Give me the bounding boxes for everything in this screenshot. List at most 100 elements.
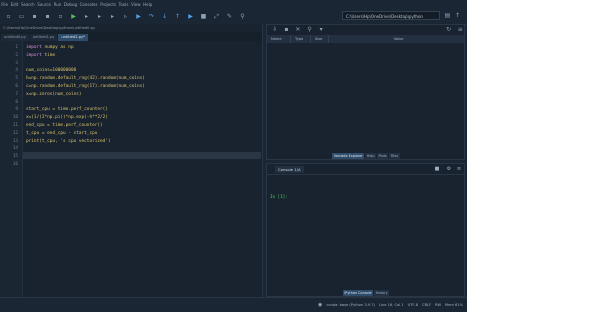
browse-folder-icon[interactable]: ▤ [443,11,452,20]
code-text: x=(1/(2*np.pi))*np.exp(-h**2/2) [26,115,108,121]
run-cell-icon[interactable]: ▸ [95,12,104,21]
line-number: 10 [12,115,18,121]
menu-item-run[interactable]: Run [52,2,62,7]
code-line[interactable]: h=np.random.default_rng(42).random(num_c… [26,75,145,83]
menu-item-debug[interactable]: Debug [63,2,79,7]
code-line[interactable]: import numpy as np [26,44,74,52]
code-text: start_cpu = time.perf_counter() [26,107,108,113]
debug-into-icon[interactable]: ↓ [160,12,169,21]
code-line[interactable]: end_cpu = time.perf_counter() [26,122,103,130]
line-number: 4 [15,68,18,74]
code-text: x=np.zeros(num_coins) [26,91,82,97]
column-size[interactable]: Size [311,35,329,43]
pane-tab[interactable]: Variable Explorer [332,152,365,159]
code-line[interactable]: c=np.random.default_rng(17).random(num_c… [26,83,145,91]
column-value[interactable]: Value [329,35,464,43]
menu-item-help[interactable]: Help [142,2,154,7]
refresh-icon[interactable]: ↻ [445,25,453,34]
console-pane-tab[interactable]: IPython Console [342,289,374,296]
search-icon[interactable]: ⚲ [306,25,314,34]
code-line[interactable]: num_coins=100000000 [26,67,76,75]
pane-tab[interactable]: Plots [377,152,389,159]
run-icon[interactable]: ▶ [69,12,78,21]
menu-item-projects[interactable]: Projects [99,2,117,7]
kite-icon: ◉ [318,302,323,308]
working-directory-input[interactable]: C:\Users\Hp\OneDrive\Desktop\python [342,11,440,20]
menu-item-view[interactable]: View [130,2,142,7]
line-number: 16 [12,162,18,167]
line-number: 9 [15,107,18,113]
console-pane-tab[interactable]: History [374,289,390,296]
save-data-icon[interactable]: ▪ [283,25,291,34]
menu-item-consoles[interactable]: Consoles [78,2,99,7]
console-pane: Console 1/A ■ ⚙ ≡ In [1]: IPython Consol… [266,163,465,297]
column-name[interactable]: Name [267,35,291,43]
maximize-icon[interactable]: ⤢ [212,12,221,21]
menu-item-file[interactable]: File [0,2,9,7]
debug-step-icon[interactable]: ↷ [147,12,156,21]
new-cell-icon[interactable]: ▫ [56,12,65,21]
code-keyword: import [26,52,42,58]
code-line[interactable]: start_cpu = time.perf_counter() [26,106,108,114]
editor-tab[interactable]: untitled0.py [1,34,29,41]
line-number: 5 [15,76,18,82]
code-text: time [41,52,56,58]
stop-icon[interactable]: ■ [199,12,208,21]
import-data-icon[interactable]: ⇩ [271,25,279,34]
variable-table-header: Name Type Size Value [267,35,464,43]
remove-all-icon[interactable]: ✕ [294,25,302,34]
run-file-icon[interactable]: ▸ [82,12,91,21]
line-number: 11 [12,123,18,128]
code-line[interactable]: t_cpu = end_cpu - start_cpu [26,130,97,138]
editor-file-path: C:\Users\Hp\OneDrive\Desktop\python\unti… [0,24,262,32]
menu-item-source[interactable]: Source [36,2,52,7]
code-line[interactable]: print(t_cpu, 's cpu vectorized') [26,138,111,146]
save-icon[interactable]: ▪ [30,12,39,21]
code-editor[interactable]: 1 2 3 4 5 6 7 8 9 10 11 12 13 14 15 16 import numpy as … [0,41,262,297]
console-output[interactable]: In [1]: [267,174,464,289]
debug-return-icon[interactable]: ↑ [173,12,182,21]
new-file-icon[interactable]: ▫ [4,12,13,21]
spyder-window: File Edit Search Source Run Debug Consoles Proj… [0,0,467,312]
options-menu-icon[interactable]: ≡ [456,25,464,34]
code-line[interactable]: import time [26,52,55,60]
status-item: RW [435,303,442,307]
editor-tab-bar: untitled0.py untitled1.py untitled2.py* [0,32,262,41]
save-all-icon[interactable]: ▪ [43,12,52,21]
menu-item-search[interactable]: Search [20,2,36,7]
open-file-icon[interactable]: ▭ [17,12,26,21]
stop-kernel-icon[interactable]: ■ [433,164,441,174]
editor-tab[interactable]: untitled1.py [29,34,58,41]
column-type[interactable]: Type [291,35,311,43]
menu-bar: File Edit Search Source Run Debug Consoles Proj… [0,0,467,9]
editor-tab[interactable]: untitled2.py* [58,34,88,41]
line-number: 2 [15,52,18,58]
menu-item-tools[interactable]: Tools [117,2,129,7]
console-menu-icon[interactable]: ≡ [455,164,463,174]
debug-icon[interactable]: ▶ [134,12,143,21]
code-text: t_cpu = end_cpu - start_cpu [26,130,98,136]
line-number: 12 [12,130,18,136]
filter-icon[interactable]: ▾ [317,25,325,34]
current-line-highlight [23,152,261,159]
pane-tab[interactable]: Files [389,152,400,159]
status-item: CRLF [422,303,432,307]
code-line[interactable]: x=(1/(2*np.pi))*np.exp(-h**2/2) [26,114,108,122]
menu-item-edit[interactable]: Edit [9,2,19,7]
variable-explorer-pane: ⇩ ▪ ✕ ⚲ ▾ ↻ ≡ Name Type Size Value Varia… [266,24,465,160]
console-settings-icon[interactable]: ⚙ [445,164,453,174]
code-line[interactable]: x=np.zeros(num_coins) [26,91,82,99]
line-number: 6 [15,84,18,89]
console-tab[interactable]: Console 1/A [275,165,304,173]
python-path-icon[interactable]: ⚲ [238,12,247,21]
code-text: numpy as np [41,45,74,50]
run-selection-icon[interactable]: ▹ [121,12,130,21]
parent-folder-icon[interactable]: ↑ [453,11,462,20]
run-cell-advance-icon[interactable]: ▸ [108,12,117,21]
pane-tab[interactable]: Help [365,152,377,159]
line-number: 8 [15,99,18,105]
line-number-gutter: 1 2 3 4 5 6 7 8 9 10 11 12 13 14 15 16 [0,41,23,297]
debug-continue-icon[interactable]: ▶ [186,12,195,21]
settings-icon[interactable]: ✎ [225,12,234,21]
line-number: 14 [12,146,18,152]
